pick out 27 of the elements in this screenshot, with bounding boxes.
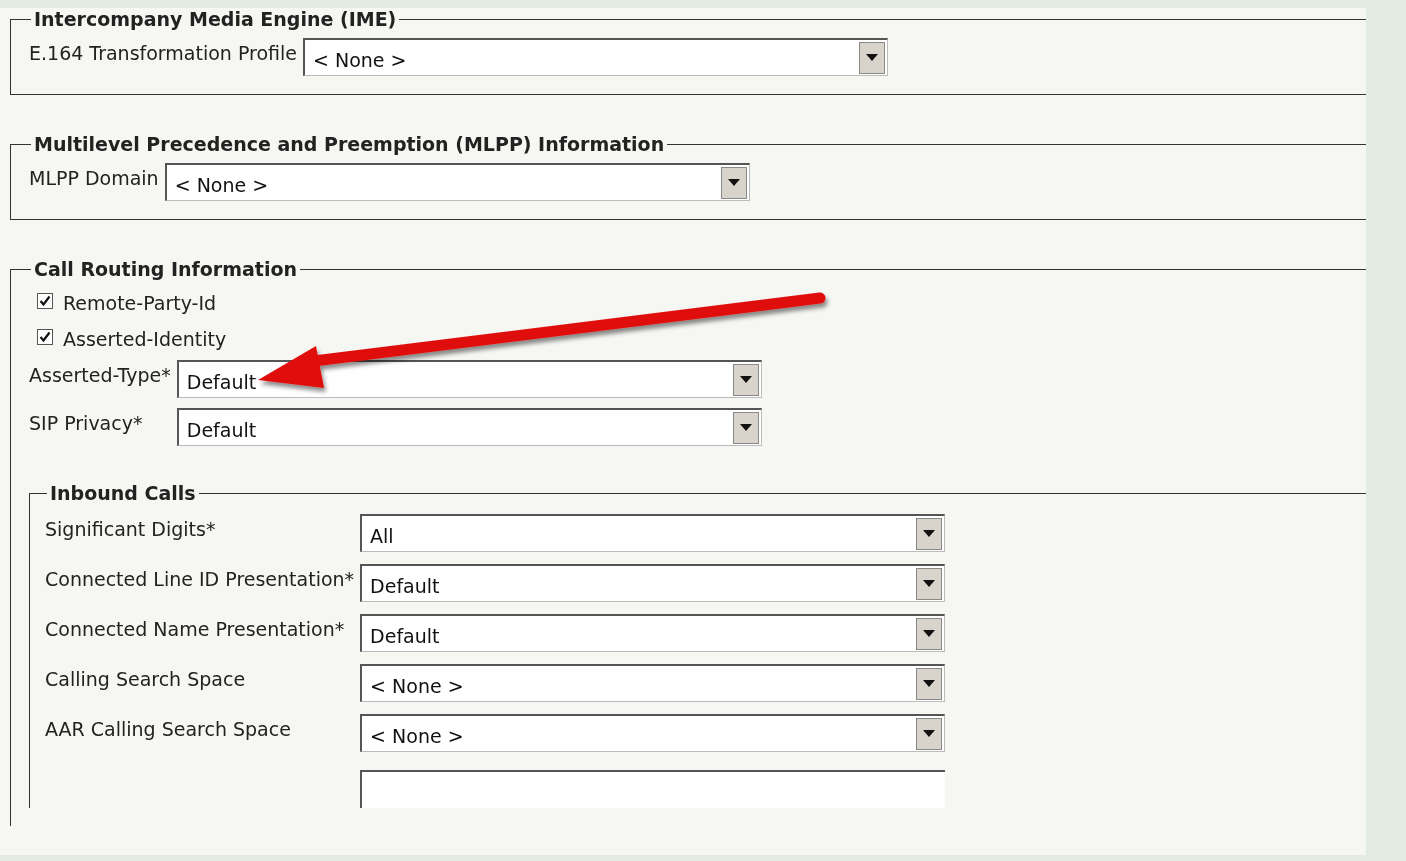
checkbox-label: Asserted-Identity	[63, 327, 227, 350]
field-label: Asserted-Type*	[29, 363, 171, 386]
dropdown-select[interactable]: Default	[360, 564, 946, 602]
dropdown-select[interactable]: < None >	[164, 163, 750, 201]
dropdown-select[interactable]: < None >	[360, 714, 946, 752]
field-label: Significant Digits*	[45, 517, 217, 540]
section-legend: Multilevel Precedence and Preemption (MLPP) Information	[31, 133, 668, 155]
checkbox[interactable]	[37, 329, 53, 345]
dropdown-select[interactable]: < None >	[303, 38, 888, 76]
field-label: E.164 Transformation Profile	[29, 41, 297, 64]
field-label: Calling Search Space	[45, 667, 247, 690]
checkbox-label: Remote-Party-Id	[63, 291, 217, 314]
text-field[interactable]	[360, 770, 946, 808]
dropdown-select[interactable]: < None >	[360, 664, 946, 702]
section-legend: Intercompany Media Engine (IME)	[31, 8, 400, 30]
section-legend: Inbound Calls	[47, 482, 199, 504]
dropdown-select[interactable]: Default	[176, 360, 762, 398]
dropdown-select[interactable]: Default	[176, 408, 762, 446]
field-label: AAR Calling Search Space	[45, 717, 292, 740]
dropdown-select[interactable]: Default	[360, 614, 946, 652]
field-label: Connected Name Presentation*	[45, 617, 346, 640]
dropdown-select[interactable]: All	[360, 514, 946, 552]
section-legend: Call Routing Information	[31, 258, 301, 280]
field-label: SIP Privacy*	[29, 411, 144, 434]
field-label: Connected Line ID Presentation*	[45, 567, 355, 590]
checkbox[interactable]	[37, 293, 53, 309]
field-label: MLPP Domain	[29, 166, 159, 189]
